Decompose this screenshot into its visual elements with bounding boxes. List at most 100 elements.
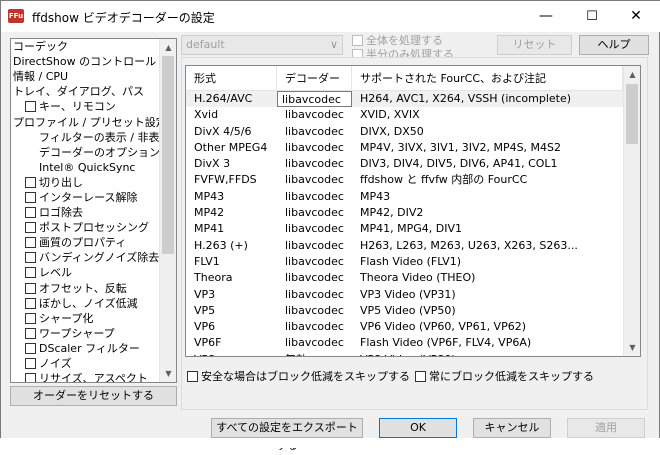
tree-item[interactable]: 画質のプロパティ bbox=[11, 235, 159, 250]
tree-item-checkbox[interactable] bbox=[25, 222, 36, 234]
tree-item[interactable]: ワープシャープ bbox=[11, 326, 159, 341]
cell-decoder[interactable]: libavcodec bbox=[277, 124, 352, 140]
cell-decoder[interactable]: libavcodec bbox=[277, 303, 352, 319]
column-header-decoder[interactable]: デコーダー bbox=[277, 66, 352, 91]
tree-item-checkbox[interactable] bbox=[25, 176, 36, 188]
table-row[interactable]: VP5 libavcodec VP5 Video (VP50) bbox=[186, 303, 623, 319]
tree-item-checkbox[interactable] bbox=[25, 252, 36, 264]
tree-item[interactable]: レベル bbox=[11, 265, 159, 280]
settings-tree-scrollbar[interactable]: ▲ ▼ bbox=[159, 39, 176, 382]
tree-item-checkbox[interactable] bbox=[25, 312, 36, 324]
export-settings-button[interactable]: すべての設定をエクスポートする bbox=[211, 418, 363, 452]
tree-item[interactable]: インターレース解除 bbox=[11, 190, 159, 205]
tree-item[interactable]: バンディングノイズ除去 bbox=[11, 250, 159, 265]
tree-item[interactable]: 切り出し bbox=[11, 175, 159, 190]
scroll-thumb[interactable] bbox=[162, 56, 174, 254]
cell-decoder[interactable]: libavcodec bbox=[277, 156, 352, 172]
maximize-button[interactable]: ☐ bbox=[569, 1, 615, 32]
column-header-format[interactable]: 形式 bbox=[186, 66, 277, 91]
tree-item-checkbox[interactable] bbox=[25, 373, 36, 382]
table-row[interactable]: DivX 4/5/6 libavcodec DIVX, DX50 bbox=[186, 124, 623, 140]
cell-format: H.264/AVC bbox=[186, 91, 277, 108]
tree-item[interactable]: リサイズ、アスペクト bbox=[11, 371, 159, 382]
scroll-down-icon[interactable]: ▼ bbox=[624, 339, 640, 356]
scroll-down-icon[interactable]: ▼ bbox=[160, 365, 176, 382]
table-row[interactable]: VP8無効VP8 Video (VP80) bbox=[186, 352, 623, 356]
scroll-up-icon[interactable]: ▲ bbox=[624, 66, 640, 83]
scroll-thumb[interactable] bbox=[626, 84, 638, 144]
table-row[interactable]: Xvid libavcodec XVID, XVIX bbox=[186, 107, 623, 123]
cell-decoder[interactable]: libavcodec bbox=[277, 238, 352, 254]
tree-item[interactable]: 情報 / CPU bbox=[11, 69, 159, 84]
codec-table-scrollbar[interactable]: ▲ ▼ bbox=[623, 66, 640, 356]
tree-item-checkbox[interactable] bbox=[25, 282, 36, 294]
cancel-button[interactable]: キャンセル bbox=[473, 418, 551, 438]
table-row[interactable]: MP43 libavcodec MP43 bbox=[186, 189, 623, 205]
column-header-fourcc[interactable]: サポートされた FourCC、および注記 bbox=[352, 66, 623, 91]
tree-item[interactable]: DirectShow のコントロール bbox=[11, 54, 159, 69]
cell-notes: DIVX, DX50 bbox=[360, 124, 424, 138]
tree-item-checkbox[interactable] bbox=[25, 297, 36, 309]
cell-decoder[interactable]: 無効 bbox=[277, 352, 352, 356]
reset-order-button[interactable]: オーダーをリセットする bbox=[10, 386, 177, 406]
tree-item[interactable]: Intel® QuickSync bbox=[11, 160, 159, 175]
cell-decoder[interactable]: libavcodec bbox=[277, 189, 352, 205]
title-bar[interactable]: FFu ffdshow ビデオデコーダーの設定 — ☐ ✕ bbox=[1, 1, 660, 32]
cell-decoder[interactable]: libavcodec bbox=[277, 205, 352, 221]
cell-decoder[interactable]: libavcodec bbox=[277, 140, 352, 156]
tree-item[interactable]: DScaler フィルター bbox=[11, 341, 159, 356]
tree-item-checkbox[interactable] bbox=[25, 358, 36, 370]
cell-format: MP42 bbox=[194, 206, 225, 220]
table-row[interactable]: H.264/AVC libavcodec H264, AVC1, X264, VSS… bbox=[186, 91, 623, 108]
tree-item[interactable]: キー、リモコン bbox=[11, 99, 159, 114]
tree-item[interactable]: シャープ化 bbox=[11, 311, 159, 326]
codec-table[interactable]: 形式 デコーダー サポートされた FourCC、および注記 H.264/AVC l… bbox=[185, 65, 641, 357]
settings-tree[interactable]: コーデック DirectShow のコントロール 情報 / CPU トレイ、ダイアログ… bbox=[10, 38, 177, 383]
table-row[interactable]: VP6 libavcodec VP6 Video (VP60, VP61, VP62… bbox=[186, 319, 623, 335]
cell-decoder[interactable]: libavcodec bbox=[277, 172, 352, 188]
tree-item-checkbox[interactable] bbox=[25, 327, 36, 339]
tree-item[interactable]: オフセット、反転 bbox=[11, 281, 159, 296]
table-row[interactable]: MP41 libavcodec MP41, MPG4, DIV1 bbox=[186, 221, 623, 237]
scroll-up-icon[interactable]: ▲ bbox=[160, 39, 176, 56]
table-row[interactable]: VP6F libavcodec Flash Video (VP6F, FLV4, V… bbox=[186, 335, 623, 351]
cell-decoder[interactable]: libavcodec bbox=[277, 254, 352, 270]
table-row[interactable]: DivX 3 libavcodec DIV3, DIV4, DIV5, DIV6, … bbox=[186, 156, 623, 172]
tree-item[interactable]: プロファイル / プリセット設定 bbox=[11, 114, 159, 129]
skip-deblock-safe-checkbox[interactable]: 安全な場合はブロック低減をスキップする bbox=[187, 368, 410, 384]
tree-item-checkbox[interactable] bbox=[25, 267, 36, 279]
table-row[interactable]: FVFW,FFDS libavcodec ffdshow と ffvfw 内部の F… bbox=[186, 172, 623, 188]
table-row[interactable]: VP3 libavcodec VP3 Video (VP31) bbox=[186, 287, 623, 303]
tree-item[interactable]: トレイ、ダイアログ、パス bbox=[11, 84, 159, 99]
table-row[interactable]: Other MPEG4 libavcodec MP4V, 3IVX, 3IV1, 3… bbox=[186, 140, 623, 156]
checkbox-box bbox=[352, 34, 363, 46]
tree-item-checkbox[interactable] bbox=[25, 101, 36, 113]
tree-item[interactable]: ポストプロセッシング bbox=[11, 220, 159, 235]
tree-item[interactable]: コーデック bbox=[11, 39, 159, 54]
tree-item[interactable]: デコーダーのオプション bbox=[11, 145, 159, 160]
table-row[interactable]: H.263 (+) libavcodec H263, L263, M263, U26… bbox=[186, 238, 623, 254]
table-row[interactable]: MP42 libavcodec MP42, DIV2 bbox=[186, 205, 623, 221]
cell-decoder[interactable]: libavcodec bbox=[277, 319, 352, 335]
minimize-button[interactable]: — bbox=[523, 1, 569, 32]
table-row[interactable]: Theora libavcodec Theora Video (THEO) bbox=[186, 270, 623, 286]
tree-item-checkbox[interactable] bbox=[25, 237, 36, 249]
tree-item-checkbox[interactable] bbox=[25, 342, 36, 354]
cell-decoder[interactable]: libavcodec bbox=[277, 335, 352, 351]
ok-button[interactable]: OK bbox=[379, 418, 457, 438]
tree-item[interactable]: フィルターの表示 / 非表示 bbox=[11, 130, 159, 145]
close-button[interactable]: ✕ bbox=[613, 1, 659, 32]
table-row[interactable]: FLV1 libavcodec Flash Video (FLV1) bbox=[186, 254, 623, 270]
tree-item-checkbox[interactable] bbox=[25, 207, 36, 219]
tree-item[interactable]: ロゴ除去 bbox=[11, 205, 159, 220]
cell-decoder[interactable]: libavcodec bbox=[277, 107, 352, 123]
tree-item-checkbox[interactable] bbox=[25, 191, 36, 203]
skip-deblock-always-checkbox[interactable]: 常にブロック低減をスキップする bbox=[415, 368, 594, 384]
cell-decoder[interactable]: libavcodec bbox=[277, 91, 352, 108]
tree-item[interactable]: ノイズ bbox=[11, 356, 159, 371]
tree-item[interactable]: ぼかし、ノイズ低減 bbox=[11, 296, 159, 311]
cell-decoder[interactable]: libavcodec bbox=[277, 221, 352, 237]
help-button[interactable]: ヘルプ bbox=[579, 35, 649, 55]
cell-decoder[interactable]: libavcodec bbox=[277, 287, 352, 303]
cell-decoder[interactable]: libavcodec bbox=[277, 270, 352, 286]
